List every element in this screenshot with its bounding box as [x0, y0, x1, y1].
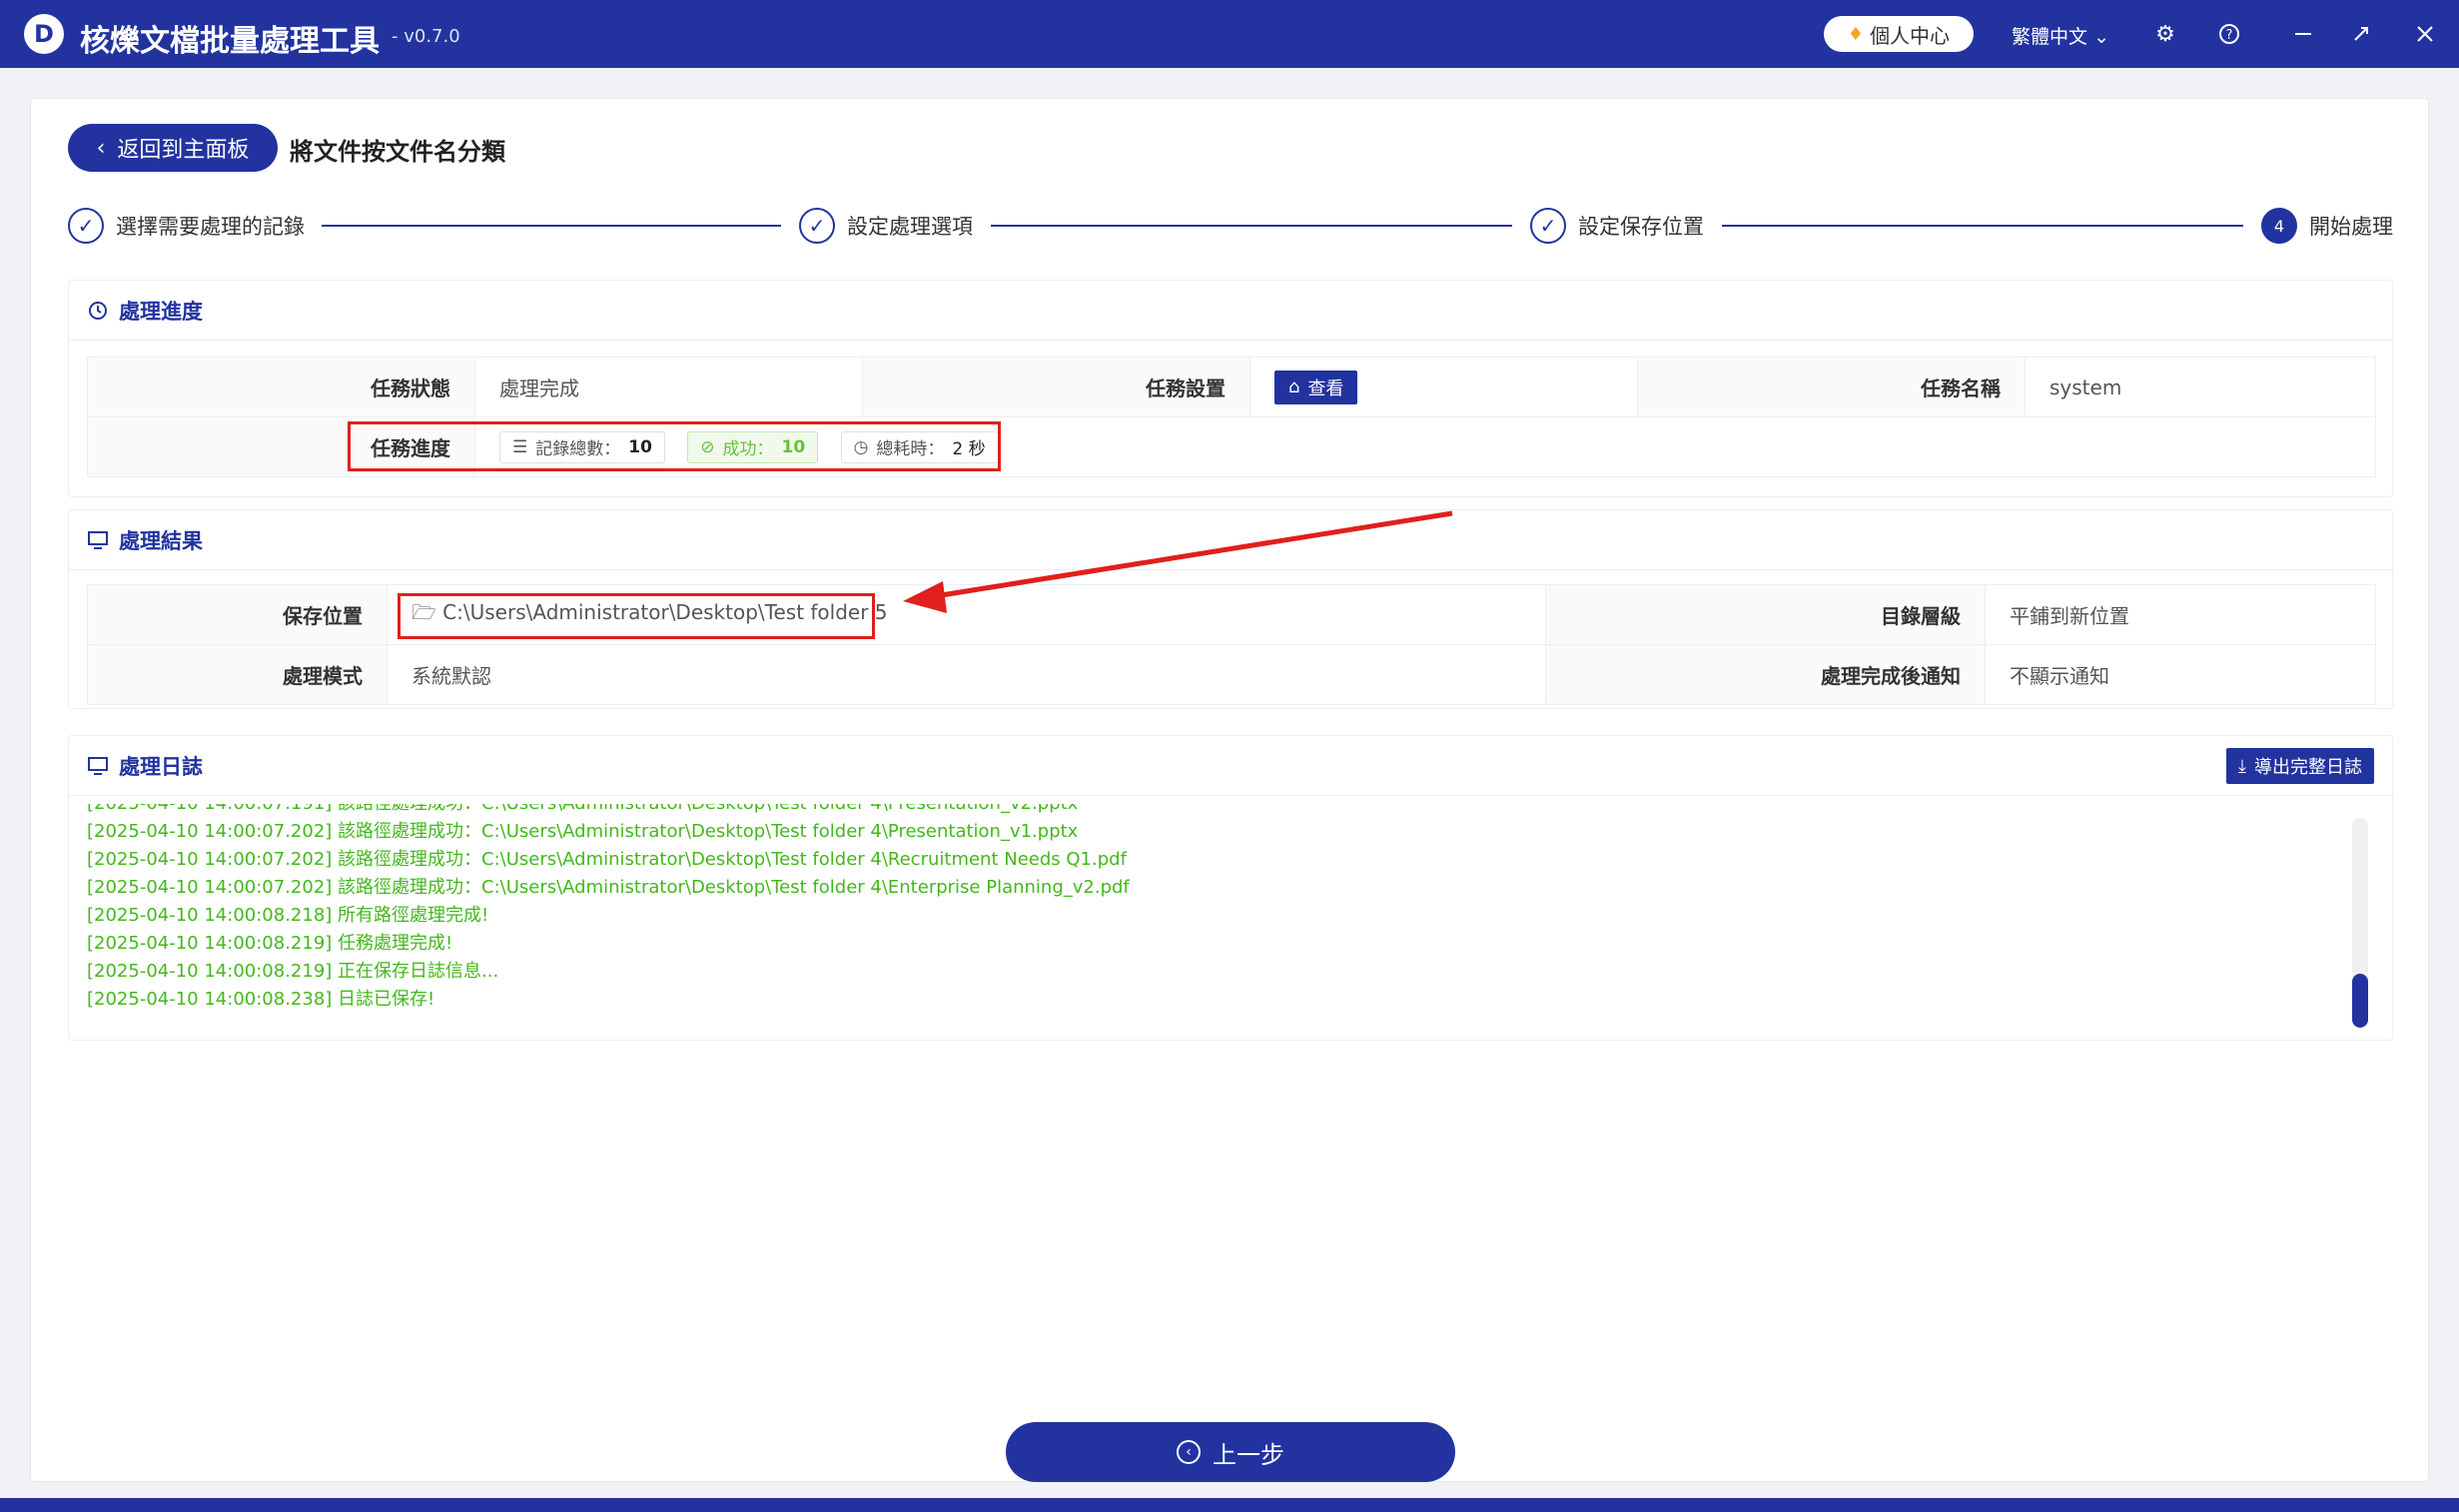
step-label: 選擇需要處理的記錄: [116, 215, 305, 239]
bottom-edge: [0, 1498, 2459, 1512]
section-title: 處理結果: [119, 528, 203, 553]
log-line: [2025-04-10 14:00:08.219] 任務處理完成!: [87, 933, 453, 954]
chevron-left-icon: ‹: [96, 135, 106, 161]
clock-icon: [87, 300, 109, 322]
log-card-header: 處理日誌: [69, 736, 2392, 796]
dir-level-label: 目錄層級: [1545, 584, 1986, 645]
step-connector: [1722, 225, 2243, 227]
svg-text:?: ?: [2226, 28, 2233, 43]
app-version: - v0.7.0: [392, 26, 460, 47]
app-title: 核爍文檔批量處理工具: [80, 24, 380, 59]
log-line: [2025-04-10 14:00:07.202] 該路徑處理成功：C:\Use…: [87, 849, 1127, 870]
log-line: [2025-04-10 14:00:08.218] 所有路徑處理完成!: [87, 905, 489, 926]
step-label: 設定處理選項: [847, 215, 973, 239]
task-name-value: system: [2025, 357, 2376, 417]
step-connector: [991, 225, 1512, 227]
task-settings-label: 任務設置: [862, 357, 1250, 417]
log-line: [2025-04-10 14:00:07.202] 該路徑處理成功：C:\Use…: [87, 821, 1079, 842]
user-center-label: 個人中心: [1870, 23, 1951, 48]
result-card-header: 處理結果: [69, 510, 2392, 570]
view-icon: ⌂: [1288, 377, 1300, 397]
step-label: 設定保存位置: [1578, 215, 1704, 239]
step-number: 4: [2261, 208, 2297, 244]
section-title: 處理日誌: [119, 754, 203, 779]
section-title: 處理進度: [119, 299, 203, 324]
log-line: [2025-04-10 14:00:07.191] 該路徑處理成功：C:\Use…: [87, 804, 2344, 818]
step-3: ✓ 設定保存位置: [1530, 208, 1704, 244]
previous-step-button[interactable]: ‹ 上一步: [1006, 1422, 1455, 1482]
step-connector: [322, 225, 781, 227]
page-title: 將文件按文件名分類: [290, 138, 505, 166]
close-icon[interactable]: [2407, 16, 2443, 52]
progress-card-header: 處理進度: [69, 281, 2392, 341]
gear-icon[interactable]: ⚙: [2147, 16, 2183, 52]
export-log-button[interactable]: ⤓ 導出完整日誌: [2226, 748, 2374, 784]
log-line: [2025-04-10 14:00:07.202] 該路徑處理成功：C:\Use…: [87, 877, 1130, 898]
download-icon: ⤓: [2238, 755, 2246, 777]
back-label: 返回到主面板: [117, 138, 250, 163]
minimize-icon[interactable]: [2285, 16, 2321, 52]
language-select[interactable]: 繁體中文 ⌄: [2012, 22, 2109, 49]
log-card: 處理日誌 ⤓ 導出完整日誌 [2025-04-10 14:00:07.191] …: [68, 735, 2393, 1041]
back-to-dashboard-button[interactable]: ‹ 返回到主面板: [68, 124, 278, 172]
help-icon[interactable]: ?: [2211, 16, 2247, 52]
view-settings-button[interactable]: ⌂ 查看: [1274, 370, 1358, 404]
export-label: 導出完整日誌: [2254, 757, 2362, 778]
log-line: [2025-04-10 14:00:08.219] 正在保存日誌信息...: [87, 961, 499, 982]
chevron-left-circle-icon: ‹: [1177, 1440, 1201, 1464]
user-center-button[interactable]: ♦ 個人中心: [1824, 16, 1974, 52]
step-1: ✓ 選擇需要處理的記錄: [68, 208, 305, 244]
log-line: [2025-04-10 14:00:08.238] 日誌已保存!: [87, 989, 435, 1010]
notify-label: 處理完成後通知: [1545, 644, 1986, 705]
check-icon: ✓: [1530, 208, 1566, 244]
previous-step-label: 上一步: [1213, 1440, 1284, 1469]
chevron-down-icon: ⌄: [2093, 26, 2109, 48]
app-logo: D: [24, 14, 64, 54]
log-output[interactable]: [2025-04-10 14:00:07.191] 該路徑處理成功：C:\Use…: [87, 804, 2344, 1024]
save-location-label: 保存位置: [87, 584, 388, 645]
dir-level-value: 平鋪到新位置: [1985, 584, 2376, 645]
notify-value: 不顯示通知: [1985, 644, 2376, 705]
mode-value: 系統默認: [387, 644, 1546, 705]
step-label: 開始處理: [2309, 215, 2393, 239]
step-4: 4 開始處理: [2261, 208, 2393, 244]
maximize-icon[interactable]: [2343, 16, 2379, 52]
task-name-label: 任務名稱: [1637, 357, 2026, 417]
step-2: ✓ 設定處理選項: [799, 208, 973, 244]
log-scrollbar-thumb[interactable]: [2352, 974, 2368, 1028]
task-status-value: 處理完成: [474, 357, 863, 417]
task-status-label: 任務狀態: [87, 357, 475, 417]
view-label: 查看: [1307, 378, 1344, 399]
title-bar: D 核爍文檔批量處理工具 - v0.7.0 ♦ 個人中心 繁體中文 ⌄ ⚙ ?: [0, 0, 2459, 68]
highlight-box: [348, 421, 1001, 471]
check-icon: ✓: [68, 208, 104, 244]
monitor-icon: [87, 755, 109, 777]
language-label: 繁體中文: [2012, 26, 2088, 48]
check-icon: ✓: [799, 208, 835, 244]
mode-label: 處理模式: [87, 644, 388, 705]
highlight-box: [398, 593, 875, 639]
crown-icon: ♦: [1847, 23, 1865, 45]
monitor-icon: [87, 529, 109, 551]
